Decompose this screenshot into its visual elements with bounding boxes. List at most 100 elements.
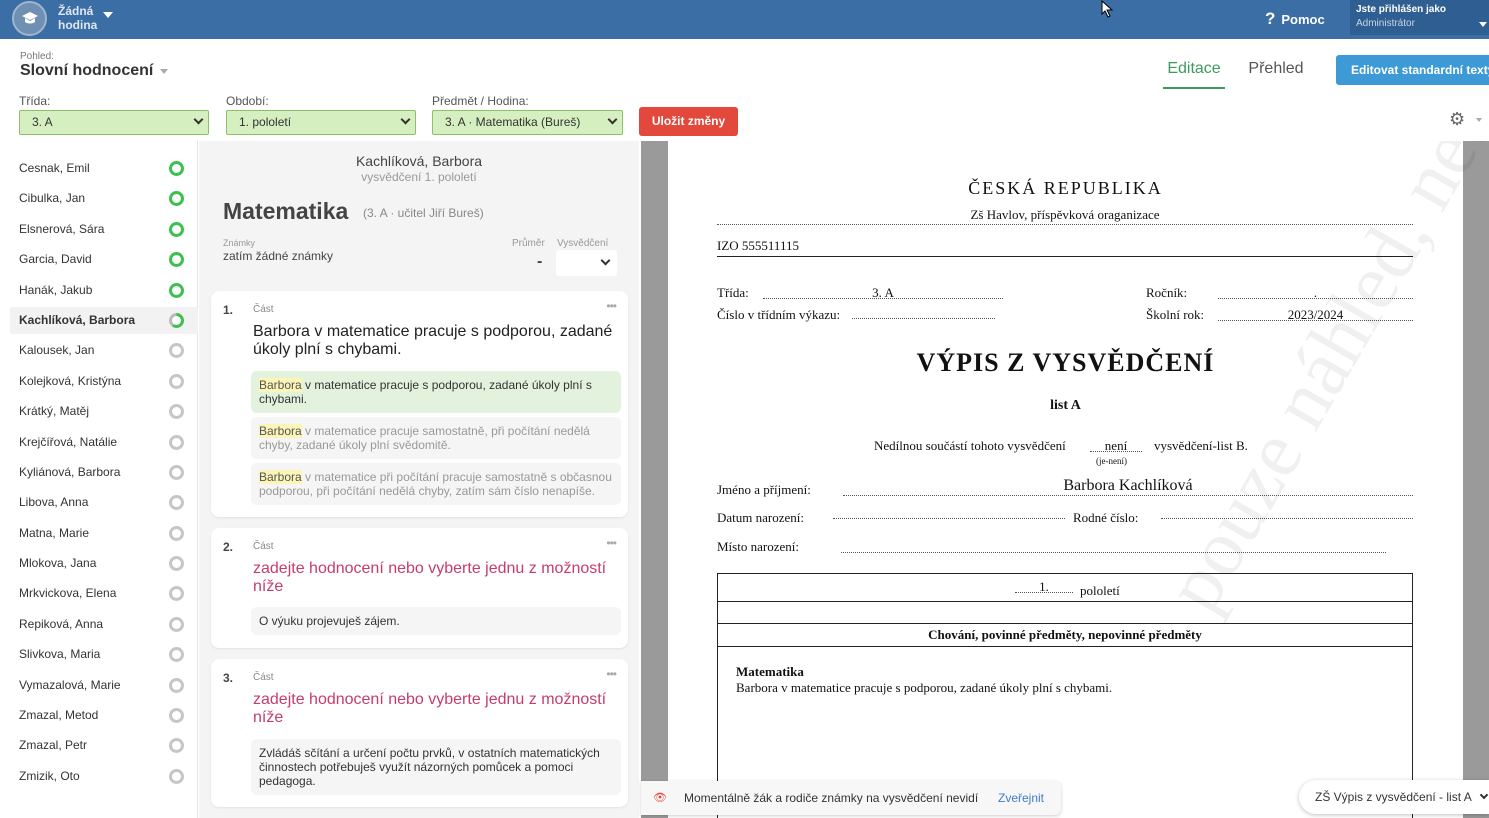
student-list-item[interactable]: Kachlíková, Barbora — [10, 307, 198, 334]
student-list-item[interactable]: Kyliánová, Barbora — [10, 459, 198, 486]
student-list-item[interactable]: Krejčířová, Natálie — [10, 429, 198, 456]
subject-select[interactable]: 3. A · Matematika (Bureš) — [432, 110, 623, 135]
part-number: 1. — [223, 303, 234, 317]
student-list-item[interactable]: Kalousek, Jan — [10, 337, 198, 364]
progress-status-icon — [169, 586, 184, 601]
chevron-down-icon — [607, 114, 618, 125]
name-field-value: Barbora Kachlíková — [843, 477, 1413, 496]
progress-status-icon — [169, 252, 184, 267]
student-list-item[interactable]: Garcia, David — [10, 246, 198, 273]
help-button[interactable]: ? Pomoc — [1265, 9, 1325, 29]
student-list-item[interactable]: Kolejková, Kristýna — [10, 368, 198, 395]
student-list-item[interactable]: Libova, Anna — [10, 489, 198, 516]
settings-caret-icon[interactable] — [1476, 118, 1482, 122]
progress-status-icon — [169, 647, 184, 662]
marks-label: Známky — [223, 238, 256, 248]
name-field-label: Jméno a příjmení: — [717, 482, 811, 497]
part-label: Část — [253, 304, 274, 315]
student-name: Vymazalová, Marie — [19, 678, 121, 692]
evaluation-text-input[interactable]: zadejte hodnocení nebo vyberte jednu z m… — [253, 560, 613, 596]
class-field-value: 3. A — [763, 285, 1003, 300]
progress-status-icon — [169, 708, 184, 723]
student-name: Cibulka, Jan — [19, 191, 86, 205]
student-name: Kyliánová, Barbora — [19, 465, 121, 479]
term-number: 1. — [1015, 579, 1073, 594]
more-options-icon[interactable]: ••• — [606, 299, 617, 313]
student-list-item[interactable]: Matna, Marie — [10, 520, 198, 547]
evaluation-text-input[interactable]: Barbora v matematice pracuje s podporou,… — [253, 323, 613, 359]
subject-evaluation: Barbora v matematice pracuje s podporou,… — [736, 680, 1113, 695]
period-select[interactable]: 1. pololetí — [226, 110, 416, 135]
evaluation-option[interactable]: Barbora v matematice při počítání pracuj… — [251, 463, 621, 505]
term-row: 1. pololetí — [718, 574, 1412, 602]
class-field-label: Třída: — [717, 285, 749, 300]
student-name-highlight: Barbora — [259, 378, 302, 392]
evaluation-part-card: 1. Část ••• Barbora v matematice pracuje… — [211, 291, 628, 517]
student-list-item[interactable]: Cesnak, Emil — [10, 155, 198, 182]
student-name: Libova, Anna — [19, 495, 89, 509]
student-list-item[interactable]: Cibulka, Jan — [10, 185, 198, 212]
student-list-item[interactable]: Slivkova, Maria — [10, 641, 198, 668]
student-list-item[interactable]: Zmazal, Petr — [10, 732, 198, 759]
school-name: Zš Havlov, příspěvková oraganizace — [717, 207, 1413, 225]
subject-title: Matematika — [223, 198, 349, 224]
register-number-value — [852, 307, 995, 319]
option-text: v matematice při počítání pracuje samost… — [259, 470, 612, 498]
attachment-text-a: Nedílnou součástí tohoto vysvědčení — [874, 438, 1066, 453]
hour-dropdown-icon[interactable] — [103, 12, 113, 18]
part-number: 2. — [223, 540, 234, 554]
student-list-item[interactable]: Krátký, Matěj — [10, 398, 198, 425]
tab-overview[interactable]: Přehled — [1243, 60, 1309, 78]
publish-link[interactable]: Zveřejnit — [998, 781, 1044, 815]
student-list-item[interactable]: Vymazalová, Marie — [10, 672, 198, 699]
school-logo-icon[interactable] — [12, 1, 47, 36]
evaluation-text-input[interactable]: zadejte hodnocení nebo vyberte jednu z m… — [253, 691, 613, 727]
evaluation-option[interactable]: Zvládáš sčítání a určení počtu prvků, v … — [251, 739, 621, 795]
student-list-item[interactable]: Hanák, Jakub — [10, 277, 198, 304]
subject-label: Předmět / Hodina: — [432, 94, 529, 108]
student-name-highlight: Barbora — [259, 424, 302, 438]
evaluation-editor: Kachlíková, Barbora vysvědčení 1. polole… — [199, 141, 639, 818]
birth-place-label: Místo narození: — [717, 539, 799, 554]
student-list-item[interactable]: Mlokova, Jana — [10, 550, 198, 577]
template-select[interactable]: ZŠ Výpis z vysvědčení - list A — [1299, 780, 1489, 814]
part-number: 3. — [223, 671, 234, 685]
more-options-icon[interactable]: ••• — [606, 536, 617, 550]
student-list-item[interactable]: Elsnerová, Sára — [10, 216, 198, 243]
progress-status-icon — [169, 526, 184, 541]
notice-text: Momentálně žák a rodiče známky na vysvěd… — [684, 791, 979, 805]
view-title[interactable]: Slovní hodnocení — [20, 62, 153, 80]
save-changes-button[interactable]: Uložit změny — [639, 107, 738, 136]
progress-status-icon — [169, 769, 184, 784]
student-list-item[interactable]: Mrkvickova, Elena — [10, 580, 198, 607]
average-value: - — [537, 253, 543, 270]
attachment-hint: (je-není) — [1096, 456, 1127, 466]
chevron-down-icon — [600, 255, 611, 266]
progress-status-icon — [169, 495, 184, 510]
student-name: Zmizik, Oto — [19, 769, 80, 783]
current-hour-label[interactable]: Žádná hodina — [58, 4, 98, 32]
birth-date-label: Datum narození: — [717, 510, 804, 525]
mouse-cursor-icon — [1101, 0, 1114, 18]
view-dropdown-icon[interactable] — [160, 69, 168, 74]
gear-icon[interactable]: ⚙ — [1449, 109, 1465, 130]
user-menu-caret-icon — [1479, 22, 1487, 27]
student-name: Mlokova, Jana — [19, 556, 97, 570]
evaluation-option[interactable]: O výuku projevuješ zájem. — [251, 607, 621, 635]
certificate-grade-select[interactable] — [556, 250, 617, 276]
class-label: Třída: — [19, 94, 51, 108]
evaluation-option[interactable]: Barbora v matematice pracuje samostatně,… — [251, 417, 621, 459]
progress-status-icon — [169, 556, 184, 571]
subject-select-value: 3. A · Matematika (Bureš) — [445, 115, 581, 129]
student-list-item[interactable]: Zmizik, Oto — [10, 763, 198, 790]
student-list-item[interactable]: Repiková, Anna — [10, 611, 198, 638]
class-select[interactable]: 3. A — [19, 110, 209, 135]
more-options-icon[interactable]: ••• — [606, 667, 617, 681]
tab-edit[interactable]: Editace — [1163, 60, 1225, 89]
user-menu[interactable]: Jste přihlášen jako Administrátor — [1350, 0, 1489, 35]
edit-standard-texts-button[interactable]: Editovat standardní texty — [1336, 55, 1489, 85]
evaluation-option[interactable]: Barbora v matematice pracuje s podporou,… — [251, 371, 621, 413]
student-list-item[interactable]: Zmazal, Metod — [10, 702, 198, 729]
attachment-value: není — [1090, 438, 1142, 453]
progress-status-icon — [169, 343, 184, 358]
